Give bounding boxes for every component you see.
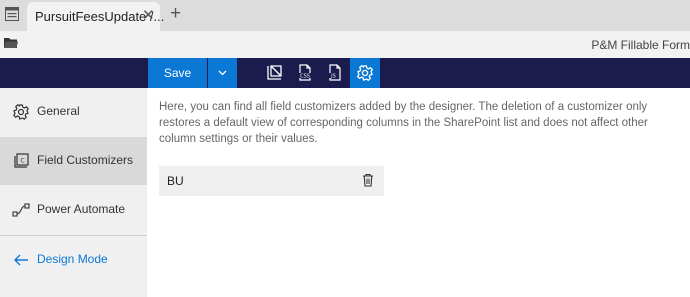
css-icon[interactable]: CSS [290, 58, 320, 88]
save-button[interactable]: Save [148, 58, 207, 88]
sidebar-item-field-customizers[interactable]: C Field Customizers [0, 137, 147, 185]
document-title: P&M Fillable Form [591, 38, 690, 52]
customizer-list-item: BU [159, 166, 384, 196]
sidebar-item-label: Field Customizers [37, 153, 134, 167]
sidebar-item-label: Power Automate [37, 202, 126, 216]
settings-gear-icon[interactable] [350, 58, 380, 88]
close-tab-icon[interactable]: ✕ [142, 6, 155, 24]
sidebar-item-label: Design Mode [37, 252, 108, 266]
trash-icon[interactable] [362, 173, 374, 187]
svg-text:CSS: CSS [300, 74, 310, 80]
field-customizer-icon: C [14, 153, 29, 168]
layout-icon[interactable] [260, 58, 290, 88]
arrow-left-icon [14, 254, 28, 266]
new-tab-icon[interactable]: + [170, 3, 181, 25]
field-customizers-description: Here, you can find all field customizers… [159, 101, 648, 145]
js-icon[interactable]: JS [320, 58, 350, 88]
svg-text:C: C [20, 158, 24, 165]
designer-toolbar: Save CSS JS [0, 58, 690, 88]
document-header-bar: P&M Fillable Form [0, 31, 690, 58]
app-window-icon [5, 7, 19, 21]
gear-icon [13, 104, 29, 120]
sidebar-item-power-automate[interactable]: Power Automate [0, 186, 147, 234]
settings-sidebar: General C Field Customizers Power Automa… [0, 88, 147, 297]
customizer-name: BU [167, 174, 184, 188]
flow-icon [12, 203, 30, 217]
sidebar-item-general[interactable]: General [0, 88, 147, 136]
folder-icon[interactable] [4, 37, 18, 49]
tab-pursuit-fees-update[interactable]: PursuitFeesUpdate /... ✕ [27, 2, 164, 31]
sidebar-item-label: General [37, 104, 80, 118]
svg-text:JS: JS [330, 74, 336, 80]
sidebar-item-design-mode[interactable]: Design Mode [0, 236, 147, 284]
browser-tab-strip: PursuitFeesUpdate /... ✕ + [0, 0, 690, 31]
chevron-down-icon [218, 70, 227, 76]
save-options-dropdown[interactable] [208, 58, 237, 88]
